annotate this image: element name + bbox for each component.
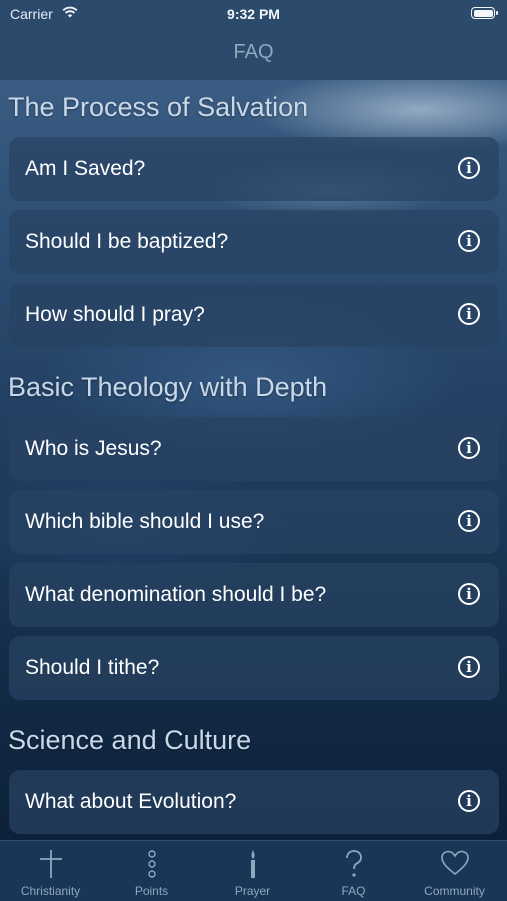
faq-row-evolution[interactable]: What about Evolution? i <box>9 770 499 834</box>
faq-row-jesus[interactable]: Who is Jesus? i <box>9 417 499 481</box>
info-icon[interactable]: i <box>458 656 480 678</box>
info-icon[interactable]: i <box>458 510 480 532</box>
tab-label: Points <box>134 884 169 898</box>
section-title-salvation: The Process of Salvation <box>8 92 309 122</box>
faq-row-tithe[interactable]: Should I tithe? i <box>9 636 499 700</box>
info-icon[interactable]: i <box>458 583 480 605</box>
tab-prayer[interactable]: Prayer <box>202 841 303 901</box>
section-title-theology: Basic Theology with Depth <box>8 372 328 402</box>
tab-community[interactable]: Community <box>404 841 505 901</box>
status-time: 9:32 PM <box>227 6 280 22</box>
tab-label: Christianity <box>20 884 81 898</box>
info-icon[interactable]: i <box>458 790 480 812</box>
info-icon[interactable]: i <box>458 157 480 179</box>
tab-christianity[interactable]: Christianity <box>0 841 101 901</box>
faq-row-label: Am I Saved? <box>25 157 146 180</box>
faq-row-label: How should I pray? <box>25 303 205 326</box>
faq-row-label: Should I tithe? <box>25 656 160 679</box>
tab-label: FAQ <box>341 884 366 898</box>
tab-label: Prayer <box>234 884 271 898</box>
battery-icon <box>471 7 498 19</box>
faq-list[interactable]: The Process of Salvation Am I Saved? i S… <box>0 80 507 840</box>
faq-row-label: Who is Jesus? <box>25 437 162 460</box>
tab-faq[interactable]: FAQ <box>303 841 404 901</box>
faq-row-label: Which bible should I use? <box>25 510 265 533</box>
question-icon <box>345 850 362 877</box>
info-icon[interactable]: i <box>458 437 480 459</box>
cross-icon <box>39 850 62 878</box>
section-title-science: Science and Culture <box>8 725 252 755</box>
navigation-bar: FAQ <box>0 28 507 80</box>
faq-row-label: What about Evolution? <box>25 790 237 813</box>
faq-row-label: What denomination should I be? <box>25 583 327 606</box>
faq-row-label: Should I be baptized? <box>25 230 229 253</box>
faq-row-denomination[interactable]: What denomination should I be? i <box>9 563 499 627</box>
tab-label: Community <box>424 884 485 898</box>
dots-icon <box>147 850 156 878</box>
tab-points[interactable]: Points <box>101 841 202 901</box>
page-title: FAQ <box>233 41 274 63</box>
info-icon[interactable]: i <box>458 303 480 325</box>
faq-row-bible[interactable]: Which bible should I use? i <box>9 490 499 554</box>
faq-row-baptized[interactable]: Should I be baptized? i <box>9 210 499 274</box>
candle-icon <box>250 850 255 878</box>
heart-icon <box>440 850 469 876</box>
faq-row-am-i-saved[interactable]: Am I Saved? i <box>9 137 499 201</box>
tab-bar: Christianity Points Prayer FAQ Community <box>0 840 507 901</box>
info-icon[interactable]: i <box>458 230 480 252</box>
status-bar: Carrier 9:32 PM <box>0 0 507 28</box>
faq-row-pray[interactable]: How should I pray? i <box>9 283 499 347</box>
